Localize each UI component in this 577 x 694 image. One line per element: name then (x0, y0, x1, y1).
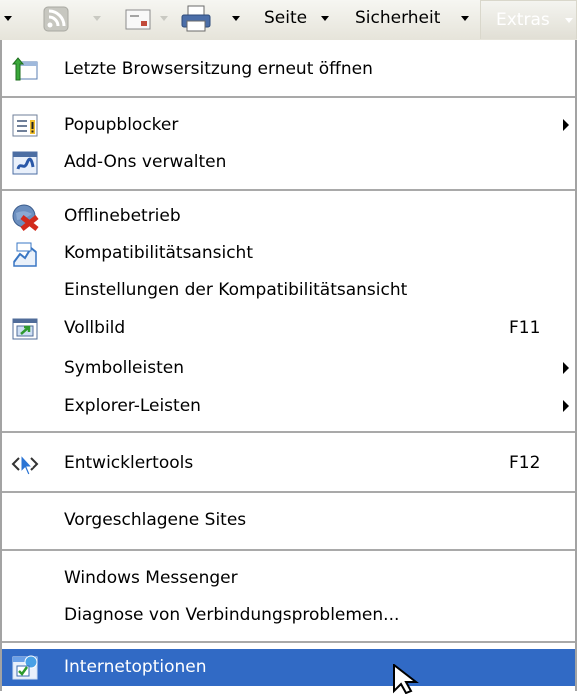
mail-icon[interactable] (125, 9, 151, 31)
left-dropdown-arrow[interactable] (4, 0, 12, 36)
developer-tools-icon (11, 453, 39, 476)
offline-icon (12, 204, 39, 231)
menu-item-label: Symbolleisten (64, 358, 184, 378)
menu-item-label: Add-Ons verwalten (64, 152, 227, 172)
security-dropdown-arrow[interactable] (461, 0, 469, 36)
submenu-arrow-icon (563, 400, 569, 412)
menu-item-label: Letzte Browsersitzung erneut öffnen (64, 59, 373, 79)
menu-item-label: Vorgeschlagene Sites (64, 510, 247, 530)
extras-menu: Letzte Browsersitzung erneut öffnen Popu… (0, 40, 577, 691)
internet-options-icon (12, 655, 38, 680)
menu-item-windows-messenger[interactable]: Windows Messenger (2, 560, 575, 597)
menu-item-label: Entwicklertools (64, 453, 194, 473)
menu-item-compatibility-settings[interactable]: Einstellungen der Kompatibilitätsansicht (2, 272, 575, 309)
menu-separator (2, 641, 575, 643)
menu-item-toolbars[interactable]: Symbolleisten (2, 350, 575, 387)
menu-item-developer-tools[interactable]: Entwicklertools F12 (2, 445, 575, 482)
menu-item-explorer-bars[interactable]: Explorer-Leisten (2, 388, 575, 425)
menu-separator (2, 96, 575, 98)
menu-separator (2, 491, 575, 493)
menu-item-internet-options[interactable]: Internetoptionen (2, 649, 575, 686)
shortcut-label: F11 (509, 318, 541, 338)
reopen-session-icon (11, 57, 38, 81)
extras-menu-label: Extras (496, 10, 550, 30)
page-menu-button[interactable]: Seite (264, 8, 307, 28)
menu-item-manage-addons[interactable]: Add-Ons verwalten (2, 144, 575, 181)
menu-separator (2, 549, 575, 551)
menu-item-suggested-sites[interactable]: Vorgeschlagene Sites (2, 502, 575, 539)
menu-item-label: Internetoptionen (64, 657, 207, 677)
menu-item-diagnose-connection[interactable]: Diagnose von Verbindungsproblemen... (2, 597, 575, 634)
mouse-cursor-icon (393, 664, 419, 694)
print-icon[interactable] (180, 5, 212, 33)
menu-item-popup-blocker[interactable]: Popupblocker (2, 107, 575, 144)
menu-item-label: Kompatibilitätsansicht (64, 243, 253, 263)
menu-separator (2, 189, 575, 191)
shortcut-label: F12 (509, 453, 541, 473)
menu-item-label: Windows Messenger (64, 568, 238, 588)
addons-icon (12, 151, 38, 175)
page-dropdown-arrow[interactable] (321, 0, 329, 36)
feeds-icon[interactable] (43, 6, 69, 32)
menu-item-label: Offlinebetrieb (64, 206, 181, 226)
extras-menu-button[interactable]: Extras (480, 0, 577, 39)
menu-item-compatibility-view[interactable]: Kompatibilitätsansicht (2, 235, 575, 272)
command-bar: Seite Sicherheit Extras (0, 0, 577, 40)
security-menu-button[interactable]: Sicherheit (355, 8, 440, 28)
menu-item-label: Vollbild (64, 318, 126, 338)
submenu-arrow-icon (563, 362, 569, 374)
menu-item-label: Einstellungen der Kompatibilitätsansicht (64, 280, 408, 300)
menu-item-work-offline[interactable]: Offlinebetrieb (2, 198, 575, 235)
menu-separator (2, 431, 575, 433)
print-dropdown-arrow[interactable] (232, 0, 240, 36)
fullscreen-icon (12, 318, 38, 340)
mail-dropdown-arrow[interactable] (160, 0, 168, 36)
submenu-arrow-icon (563, 119, 569, 131)
extras-dropdown-arrow (565, 17, 574, 23)
menu-item-full-screen[interactable]: Vollbild F11 (2, 310, 575, 347)
menu-item-label: Explorer-Leisten (64, 396, 201, 416)
menu-item-reopen-session[interactable]: Letzte Browsersitzung erneut öffnen (2, 51, 575, 88)
feeds-dropdown-arrow[interactable] (93, 0, 101, 36)
menu-item-label: Popupblocker (64, 115, 179, 135)
popup-blocker-icon (12, 114, 38, 137)
menu-item-label: Diagnose von Verbindungsproblemen... (64, 605, 400, 625)
compatibility-icon (13, 242, 37, 267)
